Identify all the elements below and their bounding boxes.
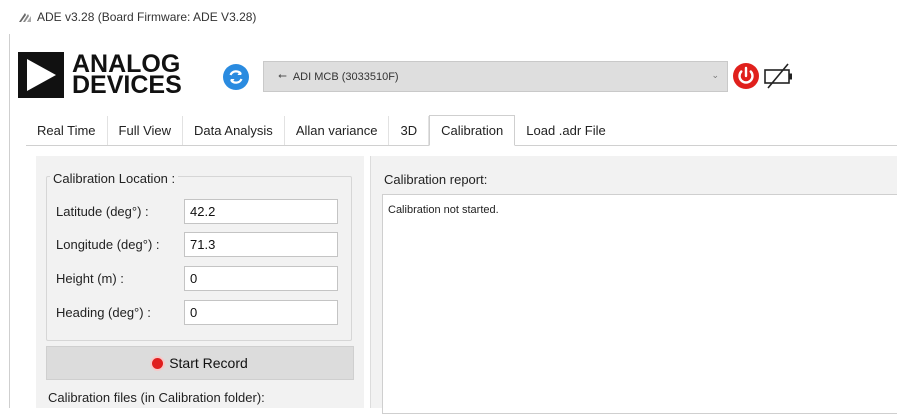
refresh-button[interactable] [223,64,249,90]
longitude-row: Longitude (deg°) : [56,232,338,257]
title-bar: ADE v3.28 (Board Firmware: ADE V3.28) [0,0,897,34]
logo-wordmark: ANALOG DEVICES [72,52,182,99]
device-select[interactable]: ⭠ ADI MCB (3033510F) ⌄ [263,61,728,92]
battery-disconnected-icon [764,63,792,89]
tab-full-view[interactable]: Full View [108,116,184,145]
longitude-label: Longitude (deg°) : [56,237,160,252]
tab-data-analysis[interactable]: Data Analysis [183,116,285,145]
logo-triangle-icon [18,52,64,98]
heading-label: Heading (deg°) : [56,305,151,320]
calibration-settings-panel: Calibration Location : Latitude (deg°) :… [36,156,364,408]
latitude-label: Latitude (deg°) : [56,204,149,219]
power-icon[interactable] [732,62,760,90]
calibration-report-label: Calibration report: [384,172,488,187]
heading-input[interactable] [184,300,338,325]
latitude-input[interactable] [184,199,338,224]
window-left-edge [0,34,10,408]
start-record-label: Start Record [169,355,248,371]
calibration-report-text[interactable]: Calibration not started. [382,194,897,414]
start-record-button[interactable]: Start Record [46,346,354,380]
tab-bar: Real Time Full View Data Analysis Allan … [26,115,897,146]
refresh-icon [229,70,243,84]
record-icon [152,357,164,369]
height-row: Height (m) : [56,266,338,291]
chevron-down-icon: ⌄ [711,70,719,80]
calibration-location-label: Calibration Location : [50,171,179,186]
height-label: Height (m) : [56,271,124,286]
tab-3d[interactable]: 3D [389,116,430,145]
window-title: ADE v3.28 (Board Firmware: ADE V3.28) [37,10,257,24]
latitude-row: Latitude (deg°) : [56,199,338,224]
calibration-report-panel: Calibration report: Calibration not star… [370,156,897,414]
tab-real-time[interactable]: Real Time [26,116,108,145]
tab-allan-variance[interactable]: Allan variance [285,116,390,145]
header: ANALOG DEVICES ⭠ ADI MCB (3033510F) ⌄ [10,34,897,114]
usb-icon: ⭠ [278,70,287,82]
calibration-report-content: Calibration not started. [388,204,499,216]
calibration-files-label: Calibration files (in Calibration folder… [48,390,265,405]
height-input[interactable] [184,266,338,291]
tab-calibration[interactable]: Calibration [429,115,516,146]
analog-devices-logo: ANALOG DEVICES [18,50,208,100]
tab-load-adr-file[interactable]: Load .adr File [515,116,617,145]
device-select-value: ADI MCB (3033510F) [292,70,399,83]
heading-row: Heading (deg°) : [56,300,338,325]
logo-line-2: DEVICES [72,71,182,99]
longitude-input[interactable] [184,232,338,257]
app-icon [19,13,31,22]
